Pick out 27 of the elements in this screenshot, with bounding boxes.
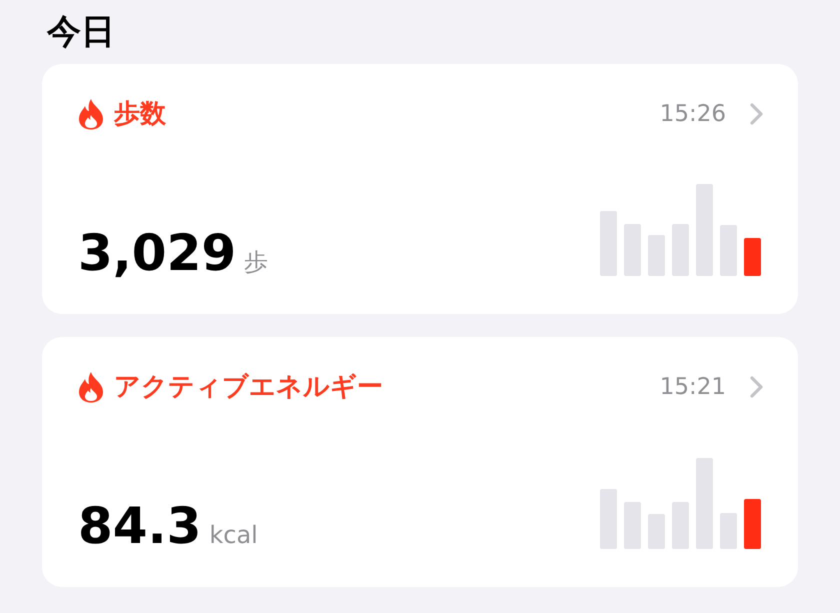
- summary-card[interactable]: 歩数 15:26 3,029 歩: [42, 64, 798, 314]
- page-title: 今日: [47, 11, 116, 54]
- chart-bar: [720, 225, 737, 276]
- time-label: 15:26: [660, 100, 726, 126]
- chart-bar: [624, 502, 641, 549]
- chart-bar: [744, 499, 761, 549]
- value-text: 84.3: [78, 501, 202, 551]
- chart-bar: [720, 513, 737, 549]
- flame-icon: [78, 370, 104, 402]
- unit-text: kcal: [209, 521, 258, 549]
- chart-bar: [648, 514, 665, 549]
- unit-text: 歩: [244, 247, 268, 278]
- chart-bar: [600, 489, 617, 549]
- flame-icon: [78, 98, 104, 130]
- chart-bar: [600, 211, 617, 276]
- card-label: アクティブエネルギー: [114, 371, 384, 404]
- time-label: 15:21: [660, 374, 726, 400]
- summary-card[interactable]: アクティブエネルギー 15:21 84.3 kcal: [42, 337, 798, 587]
- chart-bar: [648, 235, 665, 276]
- chart-bar: [672, 502, 689, 549]
- chart-bar: [672, 224, 689, 276]
- card-label: 歩数: [114, 98, 167, 131]
- chart-bar: [624, 224, 641, 276]
- value-text: 3,029: [78, 228, 236, 278]
- chart-bar: [744, 238, 761, 276]
- chevron-icon: [750, 376, 764, 398]
- chevron-icon: [750, 102, 764, 124]
